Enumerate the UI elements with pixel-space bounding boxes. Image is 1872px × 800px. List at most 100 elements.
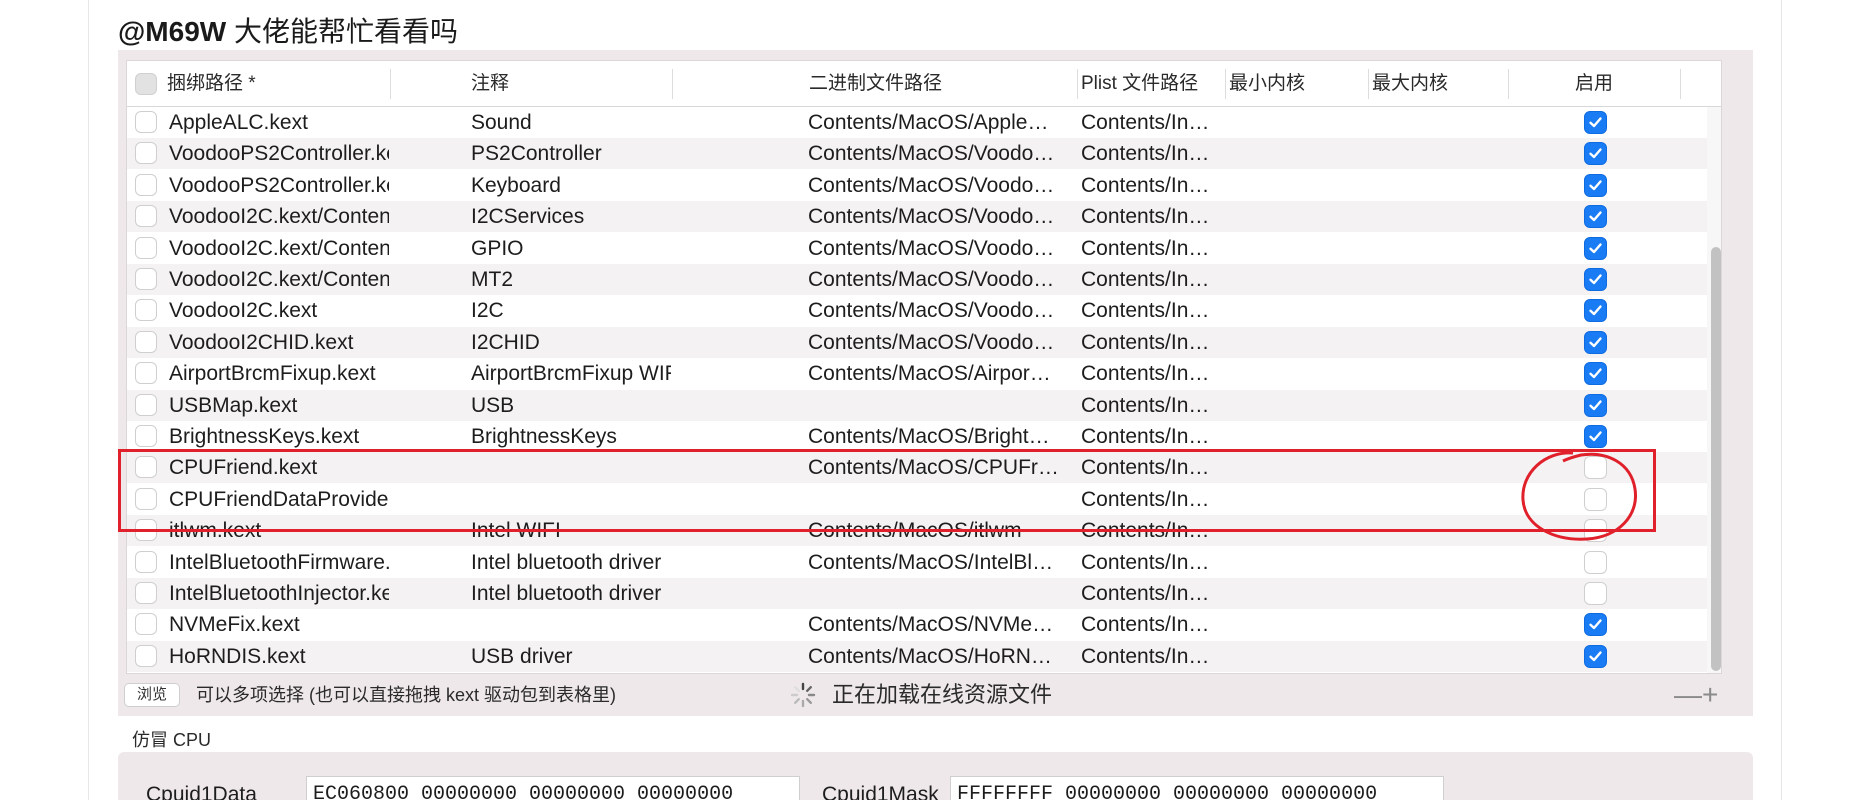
binary-path-cell[interactable]: Contents/MacOS/HoRN… bbox=[808, 641, 1072, 672]
comment-cell[interactable]: Sound bbox=[471, 107, 671, 138]
binary-path-cell[interactable]: Contents/MacOS/Bright… bbox=[808, 421, 1072, 452]
row-select-checkbox[interactable] bbox=[135, 268, 157, 290]
bundle-path-cell[interactable]: HoRNDIS.kext bbox=[169, 641, 389, 672]
column-enabled[interactable]: 启用 bbox=[1575, 61, 1635, 107]
cpuid1data-input[interactable]: EC060800 00000000 00000000 00000000 bbox=[306, 776, 800, 800]
comment-cell[interactable]: PS2Controller bbox=[471, 138, 671, 169]
enabled-checkbox[interactable] bbox=[1584, 613, 1607, 637]
bundle-path-cell[interactable]: VoodooI2C.kext bbox=[169, 295, 389, 326]
binary-path-cell[interactable] bbox=[808, 484, 1072, 515]
comment-cell[interactable]: BrightnessKeys bbox=[471, 421, 671, 452]
row-select-checkbox[interactable] bbox=[135, 582, 157, 604]
remove-row-button[interactable]: — bbox=[1674, 680, 1702, 710]
table-row[interactable]: VoodooI2C.kext/Contents/… I2CServices Cont… bbox=[127, 201, 1707, 233]
enabled-checkbox[interactable] bbox=[1584, 487, 1607, 511]
add-row-button[interactable]: + bbox=[1702, 680, 1718, 710]
plist-path-cell[interactable]: Contents/In… bbox=[1081, 170, 1221, 201]
comment-cell[interactable] bbox=[471, 609, 671, 640]
bundle-path-cell[interactable]: AirportBrcmFixup.kext bbox=[169, 358, 389, 389]
binary-path-cell[interactable]: Contents/MacOS/Voodo… bbox=[808, 295, 1072, 326]
comment-cell[interactable]: I2CHID bbox=[471, 327, 671, 358]
comment-cell[interactable]: MT2 bbox=[471, 264, 671, 295]
comment-cell[interactable] bbox=[471, 452, 671, 483]
cpuid1mask-input[interactable]: FFFFFFFF 00000000 00000000 00000000 bbox=[950, 776, 1444, 800]
enabled-checkbox[interactable] bbox=[1584, 519, 1607, 543]
comment-cell[interactable]: Intel bluetooth driver bbox=[471, 547, 671, 578]
table-row[interactable]: VoodooPS2Controller.kext PS2Controller Con… bbox=[127, 138, 1707, 170]
comment-cell[interactable]: GPIO bbox=[471, 233, 671, 264]
select-all-checkbox[interactable] bbox=[135, 73, 157, 95]
enabled-checkbox[interactable] bbox=[1584, 456, 1607, 480]
plist-path-cell[interactable]: Contents/In… bbox=[1081, 327, 1221, 358]
plist-path-cell[interactable]: Contents/In… bbox=[1081, 547, 1221, 578]
bundle-path-cell[interactable]: IntelBluetoothInjector.kext bbox=[169, 578, 389, 609]
enabled-checkbox[interactable] bbox=[1584, 268, 1607, 291]
row-select-checkbox[interactable] bbox=[135, 236, 157, 259]
comment-cell[interactable]: Intel bluetooth driver bbox=[471, 578, 671, 609]
enabled-checkbox[interactable] bbox=[1584, 142, 1607, 166]
column-max-kernel[interactable]: 最大内核 bbox=[1372, 61, 1492, 107]
bundle-path-cell[interactable]: VoodooI2C.kext/Contents/… bbox=[169, 233, 389, 264]
bundle-path-cell[interactable]: VoodooI2CHID.kext bbox=[169, 327, 389, 358]
bundle-path-cell[interactable]: BrightnessKeys.kext bbox=[169, 421, 389, 452]
comment-cell[interactable] bbox=[471, 484, 671, 515]
bundle-path-cell[interactable]: CPUFriendDataProvider.kext bbox=[169, 484, 389, 515]
row-select-checkbox[interactable] bbox=[135, 519, 157, 542]
plist-path-cell[interactable]: Contents/In… bbox=[1081, 358, 1221, 389]
table-row[interactable]: USBMap.kext USB Contents/In… bbox=[127, 389, 1707, 421]
column-comment[interactable]: 注释 bbox=[471, 61, 671, 107]
row-select-checkbox[interactable] bbox=[135, 173, 157, 196]
table-row[interactable]: VoodooI2C.kext I2C Contents/MacOS/Voodo… Co… bbox=[127, 295, 1707, 326]
enabled-checkbox[interactable] bbox=[1584, 362, 1607, 386]
comment-cell[interactable]: USB driver bbox=[471, 641, 671, 672]
comment-cell[interactable]: I2C bbox=[471, 295, 671, 326]
table-row[interactable]: BrightnessKeys.kext BrightnessKeys Content… bbox=[127, 421, 1707, 452]
column-min-kernel[interactable]: 最小内核 bbox=[1229, 61, 1349, 107]
table-row[interactable]: VoodooI2C.kext/Contents/… MT2 Contents/Mac… bbox=[127, 264, 1707, 295]
table-row[interactable]: VoodooI2CHID.kext I2CHID Contents/MacOS/Vo… bbox=[127, 326, 1707, 358]
row-select-checkbox[interactable] bbox=[135, 362, 157, 385]
table-row[interactable]: CPUFriendDataProvider.kext Contents/In… bbox=[127, 484, 1707, 515]
plist-path-cell[interactable]: Contents/In… bbox=[1081, 609, 1221, 640]
plist-path-cell[interactable]: Contents/In… bbox=[1081, 641, 1221, 672]
comment-cell[interactable]: AirportBrcmFixup WIFI bbox=[471, 358, 671, 389]
bundle-path-cell[interactable]: VoodooPS2Controller.kext/… bbox=[169, 170, 389, 201]
enabled-checkbox[interactable] bbox=[1584, 330, 1607, 354]
enabled-checkbox[interactable] bbox=[1584, 550, 1607, 574]
enabled-checkbox[interactable] bbox=[1584, 393, 1607, 417]
binary-path-cell[interactable] bbox=[808, 390, 1072, 421]
table-row[interactable]: IntelBluetoothFirmware.kext Intel bluetoo… bbox=[127, 547, 1707, 578]
table-row[interactable]: HoRNDIS.kext USB driver Contents/MacOS/HoR… bbox=[127, 640, 1707, 672]
table-row[interactable]: VoodooI2C.kext/Contents/… GPIO Contents/Ma… bbox=[127, 233, 1707, 264]
binary-path-cell[interactable]: Contents/MacOS/Voodo… bbox=[808, 201, 1072, 232]
enabled-checkbox[interactable] bbox=[1584, 111, 1607, 134]
row-select-checkbox[interactable] bbox=[135, 205, 157, 228]
table-row[interactable]: AppleALC.kext Sound Contents/MacOS/Apple… C… bbox=[127, 107, 1707, 138]
row-select-checkbox[interactable] bbox=[135, 644, 157, 667]
table-row[interactable]: itlwm.kext Intel WIFI Contents/MacOS/itlwm… bbox=[127, 515, 1707, 547]
binary-path-cell[interactable]: Contents/MacOS/Voodo… bbox=[808, 233, 1072, 264]
plist-path-cell[interactable]: Contents/In… bbox=[1081, 295, 1221, 326]
scrollbar-thumb[interactable] bbox=[1711, 247, 1721, 671]
plist-path-cell[interactable]: Contents/In… bbox=[1081, 578, 1221, 609]
row-select-checkbox[interactable] bbox=[135, 299, 157, 322]
binary-path-cell[interactable]: Contents/MacOS/Voodo… bbox=[808, 327, 1072, 358]
plist-path-cell[interactable]: Contents/In… bbox=[1081, 201, 1221, 232]
table-row[interactable]: CPUFriend.kext Contents/MacOS/CPUFr… Conte… bbox=[127, 452, 1707, 484]
plist-path-cell[interactable]: Contents/In… bbox=[1081, 264, 1221, 295]
row-select-checkbox[interactable] bbox=[135, 330, 157, 353]
column-binary-path[interactable]: 二进制文件路径 bbox=[809, 61, 1009, 107]
comment-cell[interactable]: Keyboard bbox=[471, 170, 671, 201]
plist-path-cell[interactable]: Contents/In… bbox=[1081, 452, 1221, 483]
binary-path-cell[interactable]: Contents/MacOS/CPUFr… bbox=[808, 452, 1072, 483]
plist-path-cell[interactable]: Contents/In… bbox=[1081, 233, 1221, 264]
enabled-checkbox[interactable] bbox=[1584, 236, 1607, 260]
bundle-path-cell[interactable]: VoodooI2C.kext/Contents/… bbox=[169, 264, 389, 295]
table-row[interactable]: IntelBluetoothInjector.kext Intel bluetoo… bbox=[127, 578, 1707, 609]
bundle-path-cell[interactable]: AppleALC.kext bbox=[169, 107, 389, 138]
row-select-checkbox[interactable] bbox=[135, 142, 157, 165]
binary-path-cell[interactable] bbox=[808, 578, 1072, 609]
binary-path-cell[interactable]: Contents/MacOS/IntelBl… bbox=[808, 547, 1072, 578]
plist-path-cell[interactable]: Contents/In… bbox=[1081, 107, 1221, 138]
row-select-checkbox[interactable] bbox=[135, 550, 157, 573]
